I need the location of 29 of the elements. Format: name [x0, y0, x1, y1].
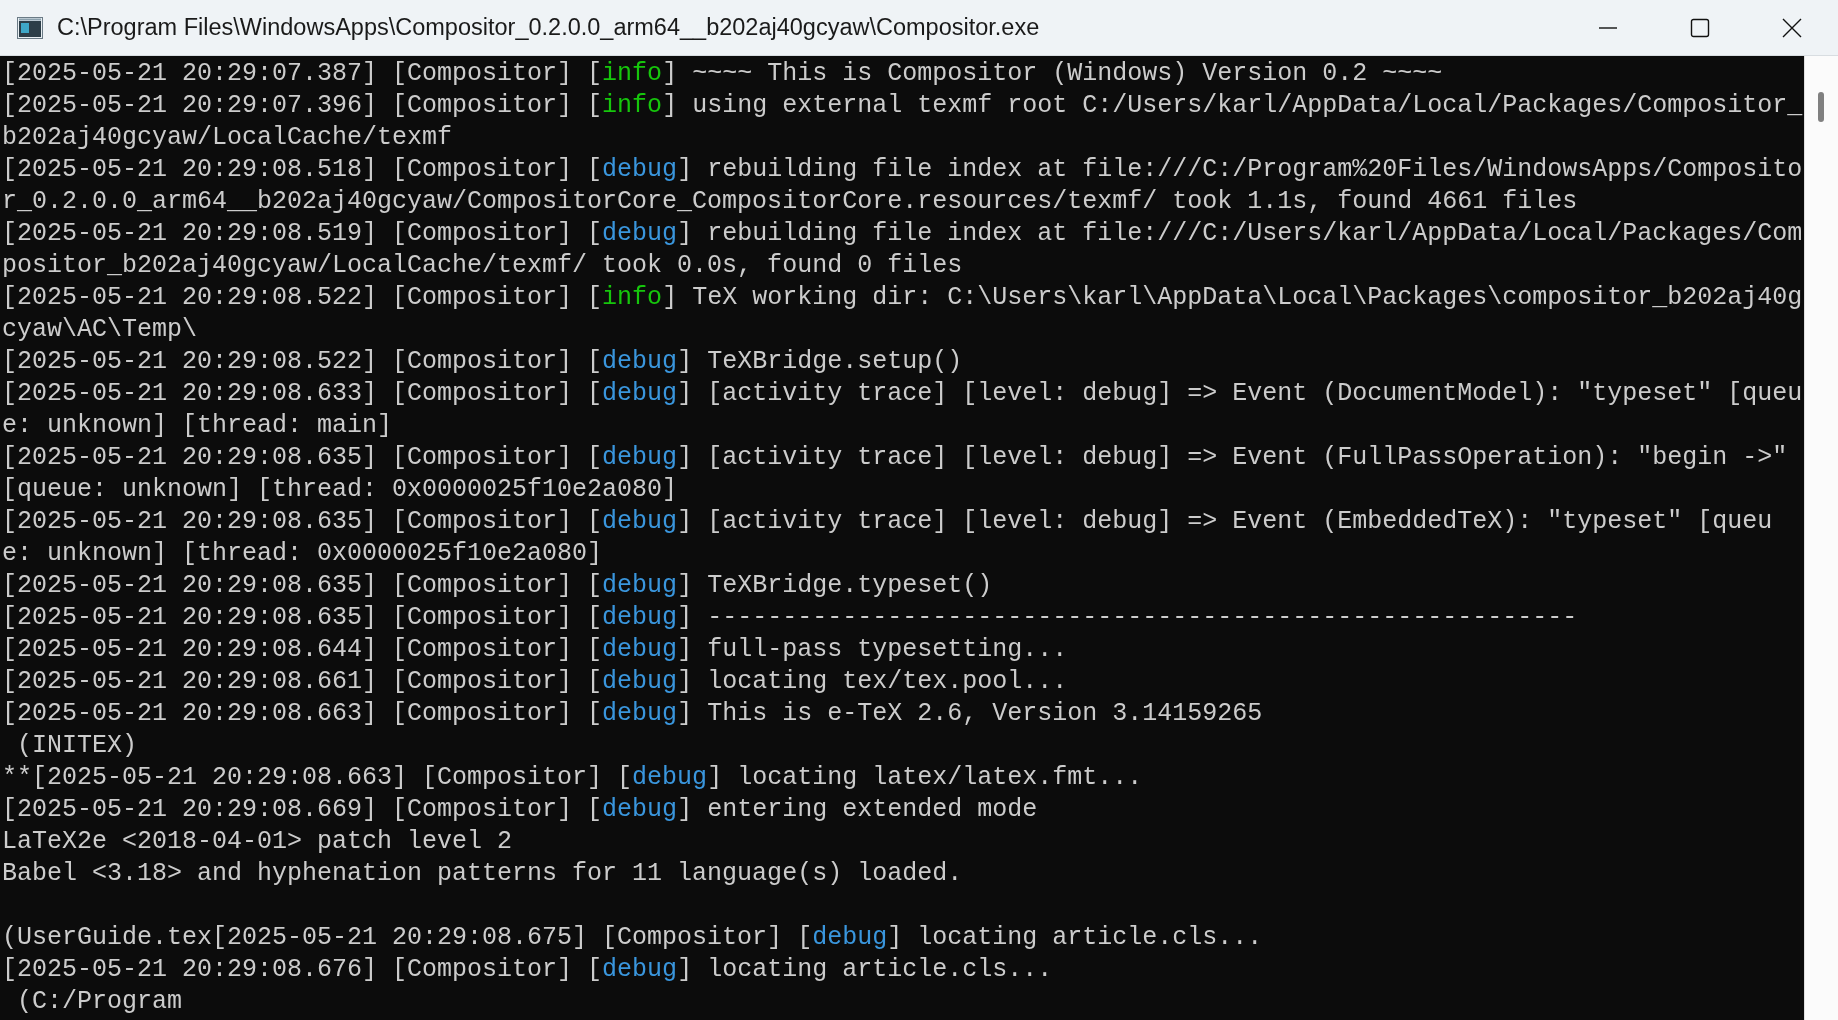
maximize-icon: [1690, 17, 1710, 38]
log-line: [2025-05-21 20:29:08.635] [Compositor] [debug] ----------------------------------------------------------: [2, 602, 1579, 634]
log-line: [2025-05-21 20:29:08.669] [Compositor] [debug] entering extended mode: [2, 794, 1039, 826]
log-line: [2025-05-21 20:29:08.522] [Compositor] [info] TeX working dir: C:\Users\karl\AppData\Local\Packages\compositor_b202aj40gcyaw\AC\Temp\: [2, 282, 1803, 346]
close-icon: [1782, 17, 1802, 38]
log-line: [2025-05-21 20:29:08.661] [Compositor] [debug] locating tex/tex.pool...: [2, 666, 1069, 698]
scrollbar[interactable]: [1804, 56, 1838, 1020]
log-line: [2025-05-21 20:29:08.633] [Compositor] [debug] [activity trace] [level: debug] => Event (DocumentModel): "typeset" [queue: unknown] [thread: main]: [2, 378, 1803, 442]
scrollbar-thumb[interactable]: [1818, 92, 1824, 122]
log-line: [2025-05-21 20:29:08.519] [Compositor] [debug] rebuilding file index at file:///C:/Users/karl/AppData/Local/Packages/Compositor_b202aj40gcyaw/LocalCache/texmf/ took 0.0s, found 0 files: [2, 218, 1803, 282]
minimize-icon: [1599, 26, 1617, 29]
log-line: **[2025-05-21 20:29:08.663] [Compositor] [debug] locating latex/latex.fmt...: [2, 762, 1144, 794]
log-line: [2025-05-21 20:29:08.663] [Compositor] [debug] This is e-TeX 2.6, Version 3.14159265: [2, 698, 1264, 730]
log-line: (UserGuide.tex[2025-05-21 20:29:08.675] [Compositor] [debug] locating article.cls...: [2, 922, 1264, 954]
console-text: Babel <3.18> and hyphenation patterns for 11 language(s) loaded.: [2, 858, 964, 890]
log-line: [2025-05-21 20:29:08.518] [Compositor] [debug] rebuilding file index at file:///C:/Program%20Files/WindowsApps/Compositor_0.2.0.0_arm64__b202aj40gcyaw/CompositorCore_CompositorCore.resources/texmf/ took 1.1s, found 4661 files: [2, 154, 1803, 218]
window-title: C:\Program Files\WindowsApps\Compositor_0.2.0.0_arm64__b202aj40gcyaw\Compositor.exe: [57, 14, 1040, 41]
log-line: [2025-05-21 20:29:07.396] [Compositor] [info] using external texmf root C:/Users/karl/AppData/Local/Packages/Compositor_b202aj40gcyaw/LocalCache/texmf: [2, 90, 1803, 154]
console-app-icon: [17, 16, 43, 39]
console-text: LaTeX2e <2018-04-01> patch level 2: [2, 826, 514, 858]
console-text: (C:/Program: [16, 986, 184, 1018]
log-line: [2025-05-21 20:29:08.635] [Compositor] [debug] TeXBridge.typeset(): [2, 570, 994, 602]
log-line: [2025-05-21 20:29:08.635] [Compositor] [debug] [activity trace] [level: debug] => Event (FullPassOperation): "begin ->" [queue: unknown] [thread: 0x0000025f10e2a080]: [2, 442, 1789, 506]
log-line: [2025-05-21 20:29:08.635] [Compositor] [debug] [activity trace] [level: debug] => Event (EmbeddedTeX): "typeset" [queue: unknown] [thread: 0x0000025f10e2a080]: [2, 506, 1774, 570]
log-line: [2025-05-21 20:29:08.522] [Compositor] [debug] TeXBridge.setup(): [2, 346, 964, 378]
console-text: (INITEX): [16, 730, 139, 762]
log-line: [2025-05-21 20:29:08.676] [Compositor] [debug] locating article.cls...: [2, 954, 1054, 986]
log-line: [2025-05-21 20:29:08.644] [Compositor] [debug] full-pass typesetting...: [2, 634, 1069, 666]
log-line: [2025-05-21 20:29:07.387] [Compositor] [info] ~~~~ This is Compositor (Windows) Version 0.2 ~~~~: [2, 58, 1444, 90]
